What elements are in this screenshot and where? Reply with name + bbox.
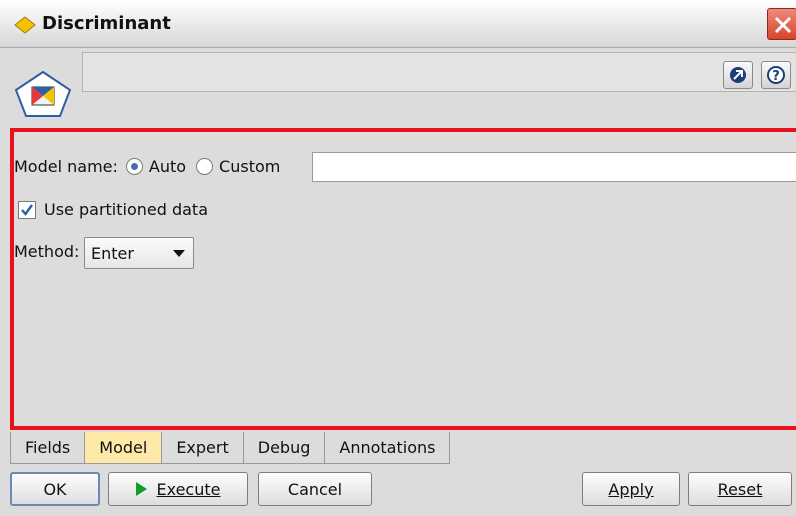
use-partitioned-label[interactable]: Use partitioned data bbox=[44, 200, 208, 219]
discriminant-node-icon bbox=[14, 70, 72, 117]
radio-custom-label[interactable]: Custom bbox=[219, 157, 280, 176]
use-partitioned-checkbox[interactable] bbox=[18, 200, 36, 219]
tab-expert[interactable]: Expert bbox=[161, 432, 244, 464]
reset-button-label: Reset bbox=[717, 479, 763, 499]
custom-name-input[interactable] bbox=[312, 152, 796, 182]
apply-button[interactable]: Apply bbox=[582, 472, 680, 506]
diamond-node-icon bbox=[14, 16, 36, 34]
chevron-down-icon bbox=[173, 250, 185, 257]
model-name-row: Model name: Auto Custom bbox=[14, 157, 280, 176]
execute-button[interactable]: Execute bbox=[108, 472, 248, 506]
window-title: Discriminant bbox=[42, 13, 171, 34]
svg-text:?: ? bbox=[772, 69, 780, 84]
preview-icon bbox=[730, 67, 746, 83]
close-icon bbox=[774, 16, 792, 34]
ok-button-label: OK bbox=[43, 479, 67, 499]
title-bar: Discriminant bbox=[0, 0, 796, 48]
reset-button[interactable]: Reset bbox=[688, 472, 792, 506]
close-button[interactable] bbox=[767, 8, 796, 40]
cancel-button-label: Cancel bbox=[287, 479, 343, 499]
radio-custom[interactable] bbox=[196, 158, 214, 175]
method-select-value: Enter bbox=[91, 243, 134, 263]
ok-button[interactable]: OK bbox=[10, 472, 100, 506]
help-button[interactable]: ? bbox=[761, 61, 791, 89]
tab-annotations[interactable]: Annotations bbox=[324, 432, 451, 464]
partition-row: Use partitioned data bbox=[18, 200, 208, 219]
model-name-label: Model name: bbox=[14, 157, 118, 176]
method-label: Method: bbox=[14, 242, 80, 261]
cancel-button[interactable]: Cancel bbox=[258, 472, 372, 506]
method-row: Method: bbox=[14, 242, 79, 261]
tab-model[interactable]: Model bbox=[84, 432, 163, 464]
tab-bar: Fields Model Expert Debug Annotations bbox=[10, 432, 451, 464]
model-settings-panel: Model name: Auto Custom Use partitioned … bbox=[10, 128, 796, 430]
method-select[interactable]: Enter bbox=[84, 237, 194, 269]
apply-button-label: Apply bbox=[608, 479, 654, 499]
radio-auto[interactable] bbox=[125, 158, 143, 175]
node-header: ? bbox=[82, 52, 796, 92]
execute-button-label: Execute bbox=[156, 479, 221, 499]
tab-debug[interactable]: Debug bbox=[242, 432, 326, 464]
help-icon: ? bbox=[767, 66, 785, 84]
checkmark-icon bbox=[21, 203, 33, 216]
play-icon bbox=[135, 482, 147, 496]
radio-auto-label[interactable]: Auto bbox=[149, 157, 186, 176]
tab-fields[interactable]: Fields bbox=[10, 432, 86, 464]
preview-button[interactable] bbox=[723, 61, 753, 89]
